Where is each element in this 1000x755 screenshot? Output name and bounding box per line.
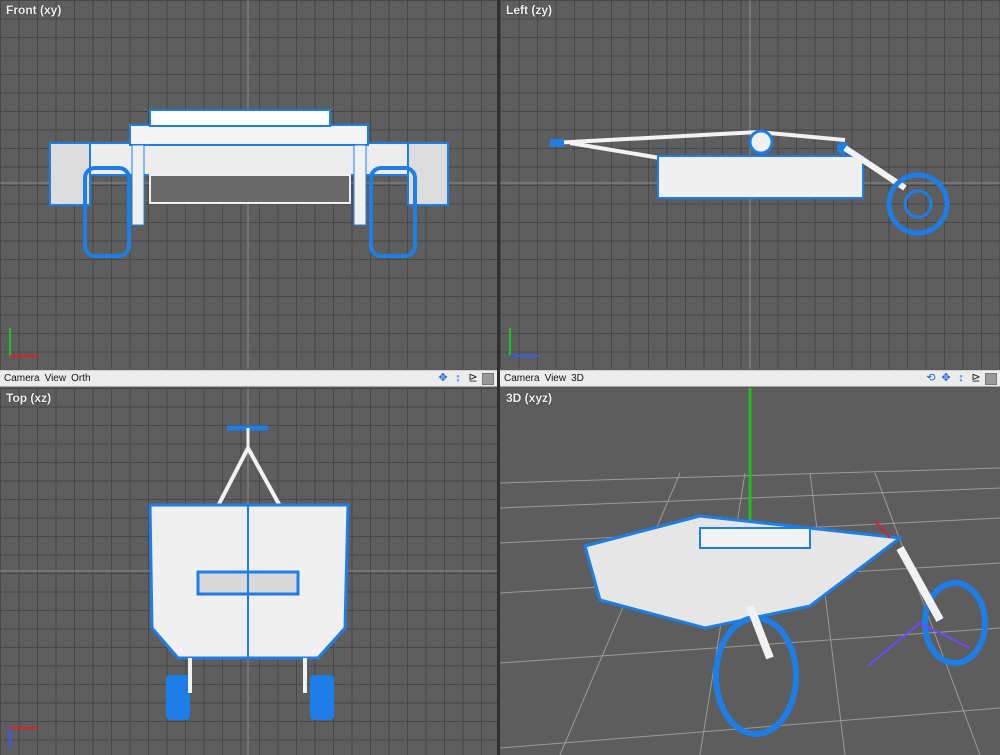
zoom-icon[interactable]: ↕ (452, 373, 464, 385)
orbit-icon[interactable]: ⟲ (925, 373, 937, 385)
viewport-perspective[interactable]: 3D (xyz) (500, 388, 1000, 755)
camera-bar-orth: Camera View Orth ✥ ↕ ⊵ (0, 370, 497, 387)
maximize-icon[interactable] (482, 372, 494, 385)
zoom-icon[interactable]: ↕ (955, 373, 967, 385)
viewport-top[interactable]: Top (xz) (0, 388, 497, 755)
front-view-model (0, 0, 497, 369)
menu-view[interactable]: View (45, 373, 67, 384)
perspective-view-model (500, 388, 1000, 755)
viewport-front-label: Front (xy) (6, 3, 62, 17)
pan-icon[interactable]: ✥ (940, 373, 952, 385)
top-view-model (0, 388, 497, 755)
viewport-divider[interactable] (497, 0, 500, 755)
menu-projection[interactable]: 3D (571, 373, 584, 384)
render-icon[interactable]: ⊵ (970, 373, 982, 385)
viewport-top-label: Top (xz) (6, 391, 52, 405)
camera-bar-3d: Camera View 3D ⟲ ✥ ↕ ⊵ (500, 370, 1000, 387)
viewport-perspective-label: 3D (xyz) (506, 391, 553, 405)
left-view-model (500, 0, 1000, 369)
render-icon[interactable]: ⊵ (467, 373, 479, 385)
viewport-left-label: Left (zy) (506, 3, 552, 17)
menu-view[interactable]: View (545, 373, 567, 384)
menu-projection[interactable]: Orth (71, 373, 90, 384)
viewport-left[interactable]: Left (zy) (500, 0, 1000, 369)
menu-camera[interactable]: Camera (4, 373, 40, 384)
pan-icon[interactable]: ✥ (437, 373, 449, 385)
menu-camera[interactable]: Camera (504, 373, 540, 384)
maximize-icon[interactable] (985, 372, 997, 385)
viewport-front[interactable]: Front (xy) (0, 0, 497, 369)
